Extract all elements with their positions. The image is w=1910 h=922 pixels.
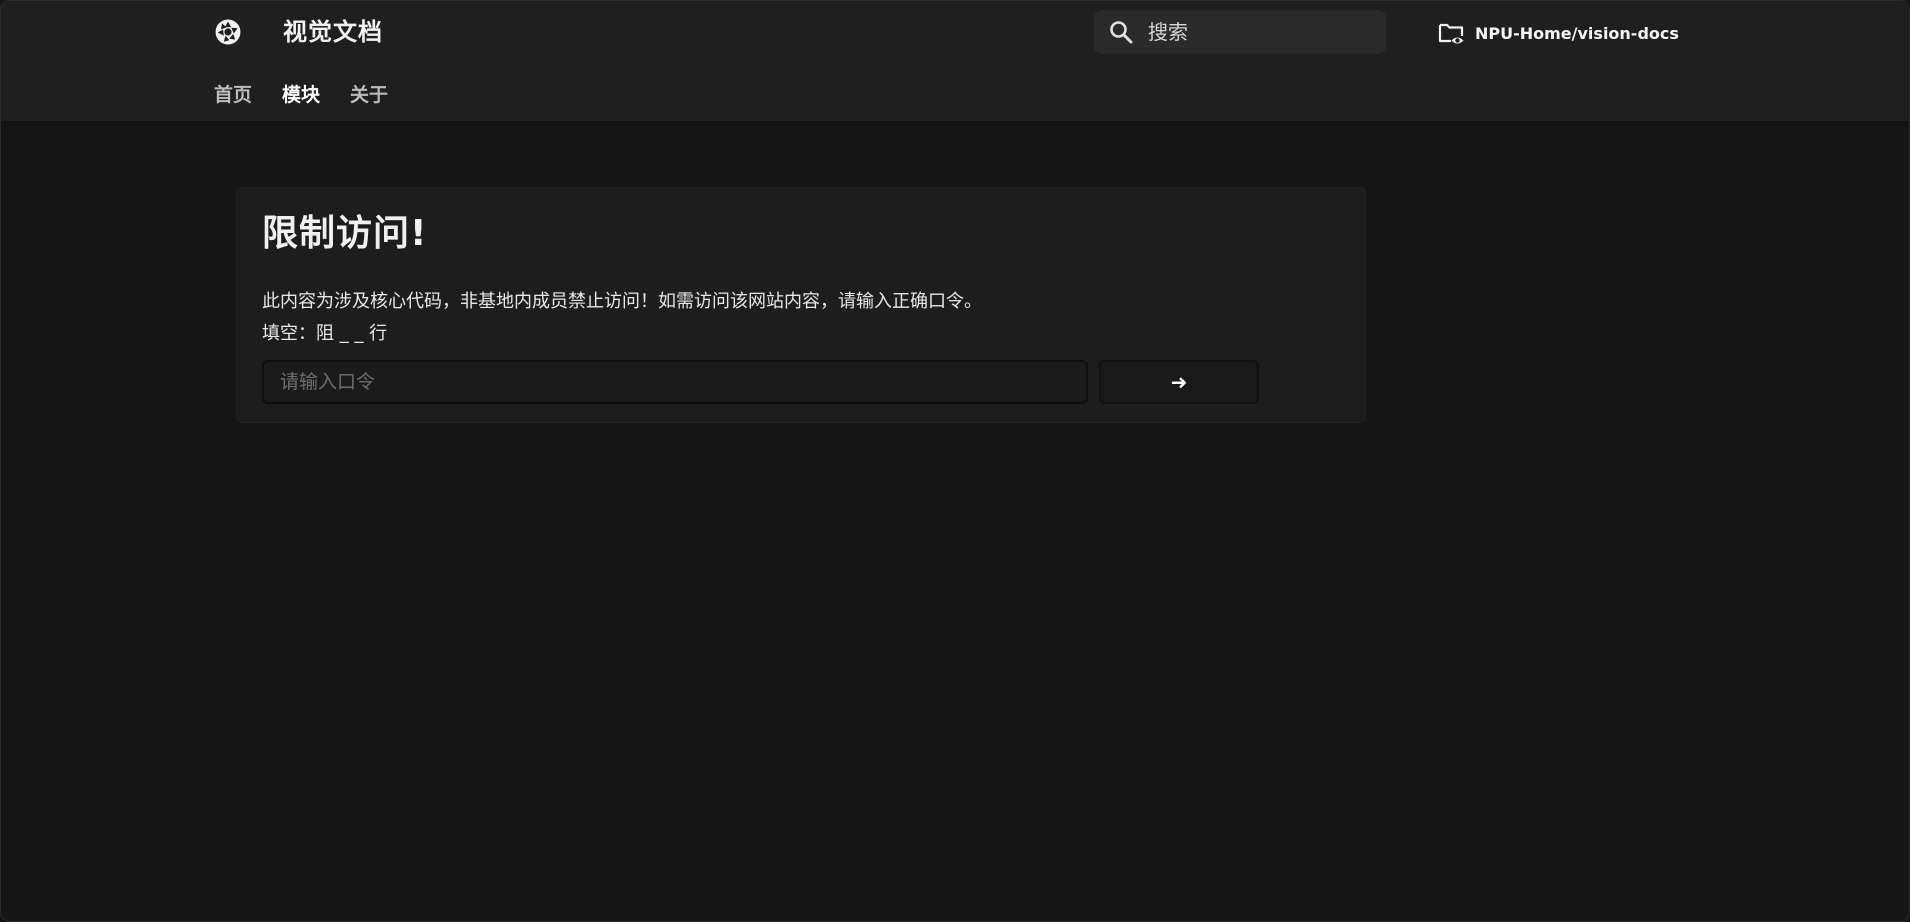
site-header: 视觉文档 搜索 NPU-Home/vision-docs 首页 模块 关于 — [1, 1, 1909, 121]
password-input[interactable] — [262, 360, 1088, 404]
search-label: 搜索 — [1148, 20, 1188, 44]
access-hint: 填空：阻 _ _ 行 — [262, 323, 388, 344]
search-box[interactable]: 搜索 — [1094, 10, 1386, 54]
submit-button[interactable]: ➜ — [1099, 360, 1259, 404]
site-title[interactable]: 视觉文档 — [283, 15, 383, 49]
repo-label: NPU-Home/vision-docs — [1475, 23, 1679, 43]
nav-item-home[interactable]: 首页 — [214, 81, 252, 109]
access-card: 限制访问! 此内容为涉及核心代码，非基地内成员禁止访问！如需访问该网站内容，请输… — [236, 187, 1366, 423]
top-nav: 首页 模块 关于 — [214, 81, 388, 109]
nav-item-modules[interactable]: 模块 — [282, 81, 320, 109]
repo-link[interactable]: NPU-Home/vision-docs — [1437, 18, 1679, 48]
search-icon — [1110, 21, 1133, 44]
nav-item-about[interactable]: 关于 — [350, 81, 388, 109]
folder-eye-icon — [1438, 23, 1464, 44]
aperture-icon[interactable] — [214, 18, 242, 46]
app-window: 视觉文档 搜索 NPU-Home/vision-docs 首页 模块 关于 限制… — [0, 0, 1910, 922]
access-title: 限制访问! — [262, 213, 428, 254]
access-description: 此内容为涉及核心代码，非基地内成员禁止访问！如需访问该网站内容，请输入正确口令。 — [262, 291, 982, 312]
